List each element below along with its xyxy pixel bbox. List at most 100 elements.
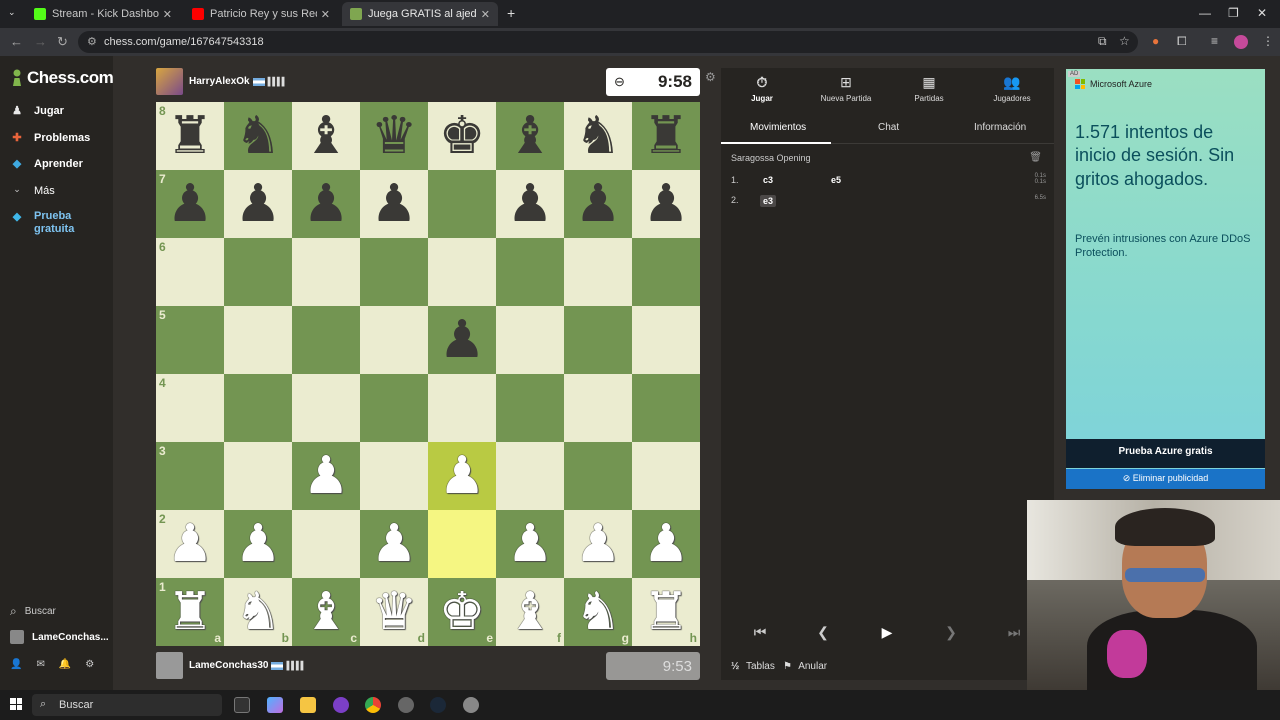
board-square[interactable]: c ♝ [292,578,360,646]
forward-icon[interactable]: → [34,34,47,49]
board-square[interactable]: ♟ [360,170,428,238]
board-square[interactable]: ♝ [496,102,564,170]
close-icon[interactable]: ✕ [321,8,330,21]
black-pawn[interactable]: ♟ [224,170,292,238]
new-tab-icon[interactable]: + [507,5,515,21]
white-rook[interactable]: ♜ [632,578,700,646]
chess-board[interactable]: 8 ♜ ♞ ♝ ♛ ♚ ♝ ♞ ♜ 7 ♟ ♟ ♟ ♟ ♟ ♟ ♟ 6 5 ♟ 4 3 ♟ ♟ 2 ♟ ♟ ♟ ♟ ♟ ♟ 1 a ♜ b ♞ c ♝ d ♛… [156,102,700,646]
move-white[interactable]: c3 [763,175,773,185]
board-square[interactable] [224,374,292,442]
board-square[interactable]: ♟ [292,442,360,510]
board-square[interactable] [496,306,564,374]
board-square[interactable]: 3 [156,442,224,510]
board-square[interactable] [428,374,496,442]
board-square[interactable]: ♟ [632,170,700,238]
bell-icon[interactable]: 🔔 [59,659,71,670]
friends-icon[interactable]: 👤 [10,659,22,670]
draw-button[interactable]: ½ Tablas [731,661,775,672]
white-pawn[interactable]: ♟ [496,510,564,578]
board-square[interactable] [632,442,700,510]
board-square[interactable] [224,306,292,374]
board-square[interactable]: ♚ [428,102,496,170]
board-square[interactable]: ♟ [428,442,496,510]
ad-banner[interactable]: Microsoft Azure 1.571 intentos de inicio… [1066,69,1265,489]
first-move-icon[interactable]: ⏮ [732,624,788,648]
board-square[interactable] [292,238,360,306]
app-icon[interactable] [463,697,479,713]
board-square[interactable]: ♟ [632,510,700,578]
white-king[interactable]: ♚ [428,578,496,646]
bottom-player-avatar[interactable] [156,652,183,679]
settings-gear-icon[interactable]: ⚙ [85,659,94,670]
opening-name[interactable]: Saragossa Opening [731,153,811,163]
black-knight[interactable]: ♞ [564,102,632,170]
abort-button[interactable]: ⚑ Anular [783,661,827,672]
media-control-icon[interactable]: ≡ [1211,34,1218,48]
black-knight[interactable]: ♞ [224,102,292,170]
black-pawn[interactable]: ♟ [496,170,564,238]
board-square[interactable] [360,442,428,510]
reload-icon[interactable]: ↻ [57,34,68,50]
board-square[interactable]: ♟ [564,510,632,578]
board-square[interactable] [224,442,292,510]
board-square[interactable]: ♟ [292,170,360,238]
ad-cta-button[interactable]: Prueba Azure gratis [1066,446,1265,457]
board-square[interactable] [360,306,428,374]
app-icon[interactable] [333,697,349,713]
back-icon[interactable]: ← [10,34,23,49]
window-close-icon[interactable]: ✕ [1257,6,1267,20]
board-square[interactable] [360,374,428,442]
board-square[interactable] [632,238,700,306]
tab-kick[interactable]: Stream - Kick Dashboard ✕ [26,2,180,26]
board-square[interactable]: ♞ [564,102,632,170]
board-square[interactable]: g ♞ [564,578,632,646]
black-rook[interactable]: ♜ [156,102,224,170]
board-square[interactable] [360,238,428,306]
sidebar-item-mas[interactable]: ⌄ Más [10,184,55,198]
board-square[interactable]: ♜ [632,102,700,170]
black-bishop[interactable]: ♝ [292,102,360,170]
white-pawn[interactable]: ♟ [360,510,428,578]
board-square[interactable]: ♟ [496,510,564,578]
board-square[interactable]: 4 [156,374,224,442]
chrome-icon[interactable] [365,697,381,713]
board-square[interactable] [428,170,496,238]
board-square[interactable]: ♟ [224,510,292,578]
white-pawn[interactable]: ♟ [156,510,224,578]
black-pawn[interactable]: ♟ [156,170,224,238]
remove-ads-button[interactable]: ⊘ Eliminar publicidad [1066,469,1265,489]
white-pawn[interactable]: ♟ [632,510,700,578]
sidebar-item-problemas[interactable]: ✚ Problemas [10,131,90,145]
settings-icon[interactable] [398,697,414,713]
board-square[interactable]: f ♝ [496,578,564,646]
board-square[interactable] [292,306,360,374]
board-square[interactable] [496,374,564,442]
board-square[interactable] [564,374,632,442]
board-square[interactable]: ♟ [360,510,428,578]
minimize-icon[interactable]: — [1199,6,1211,20]
move-black[interactable]: e5 [831,175,841,185]
white-pawn[interactable]: ♟ [292,442,360,510]
restore-icon[interactable]: ❐ [1228,6,1239,20]
board-square[interactable] [632,306,700,374]
white-pawn[interactable]: ♟ [224,510,292,578]
tab-informacion[interactable]: Información [974,122,1026,133]
black-pawn[interactable]: ♟ [564,170,632,238]
white-bishop[interactable]: ♝ [496,578,564,646]
board-square[interactable] [292,374,360,442]
white-pawn[interactable]: ♟ [564,510,632,578]
white-queen[interactable]: ♛ [360,578,428,646]
sidebar-user[interactable]: LameConchas... [10,630,109,644]
board-square[interactable] [632,374,700,442]
board-square[interactable]: ♝ [292,102,360,170]
board-square[interactable] [428,238,496,306]
black-pawn[interactable]: ♟ [360,170,428,238]
bookmark-star-icon[interactable]: ☆ [1119,34,1130,48]
sidebar-item-jugar[interactable]: ♟ Jugar [10,104,64,118]
board-square[interactable]: 2 ♟ [156,510,224,578]
extensions-puzzle-icon[interactable]: ⧠ [1177,34,1187,49]
copilot-icon[interactable] [267,697,283,713]
board-square[interactable]: ♟ [564,170,632,238]
white-knight[interactable]: ♞ [564,578,632,646]
board-square[interactable]: 6 [156,238,224,306]
